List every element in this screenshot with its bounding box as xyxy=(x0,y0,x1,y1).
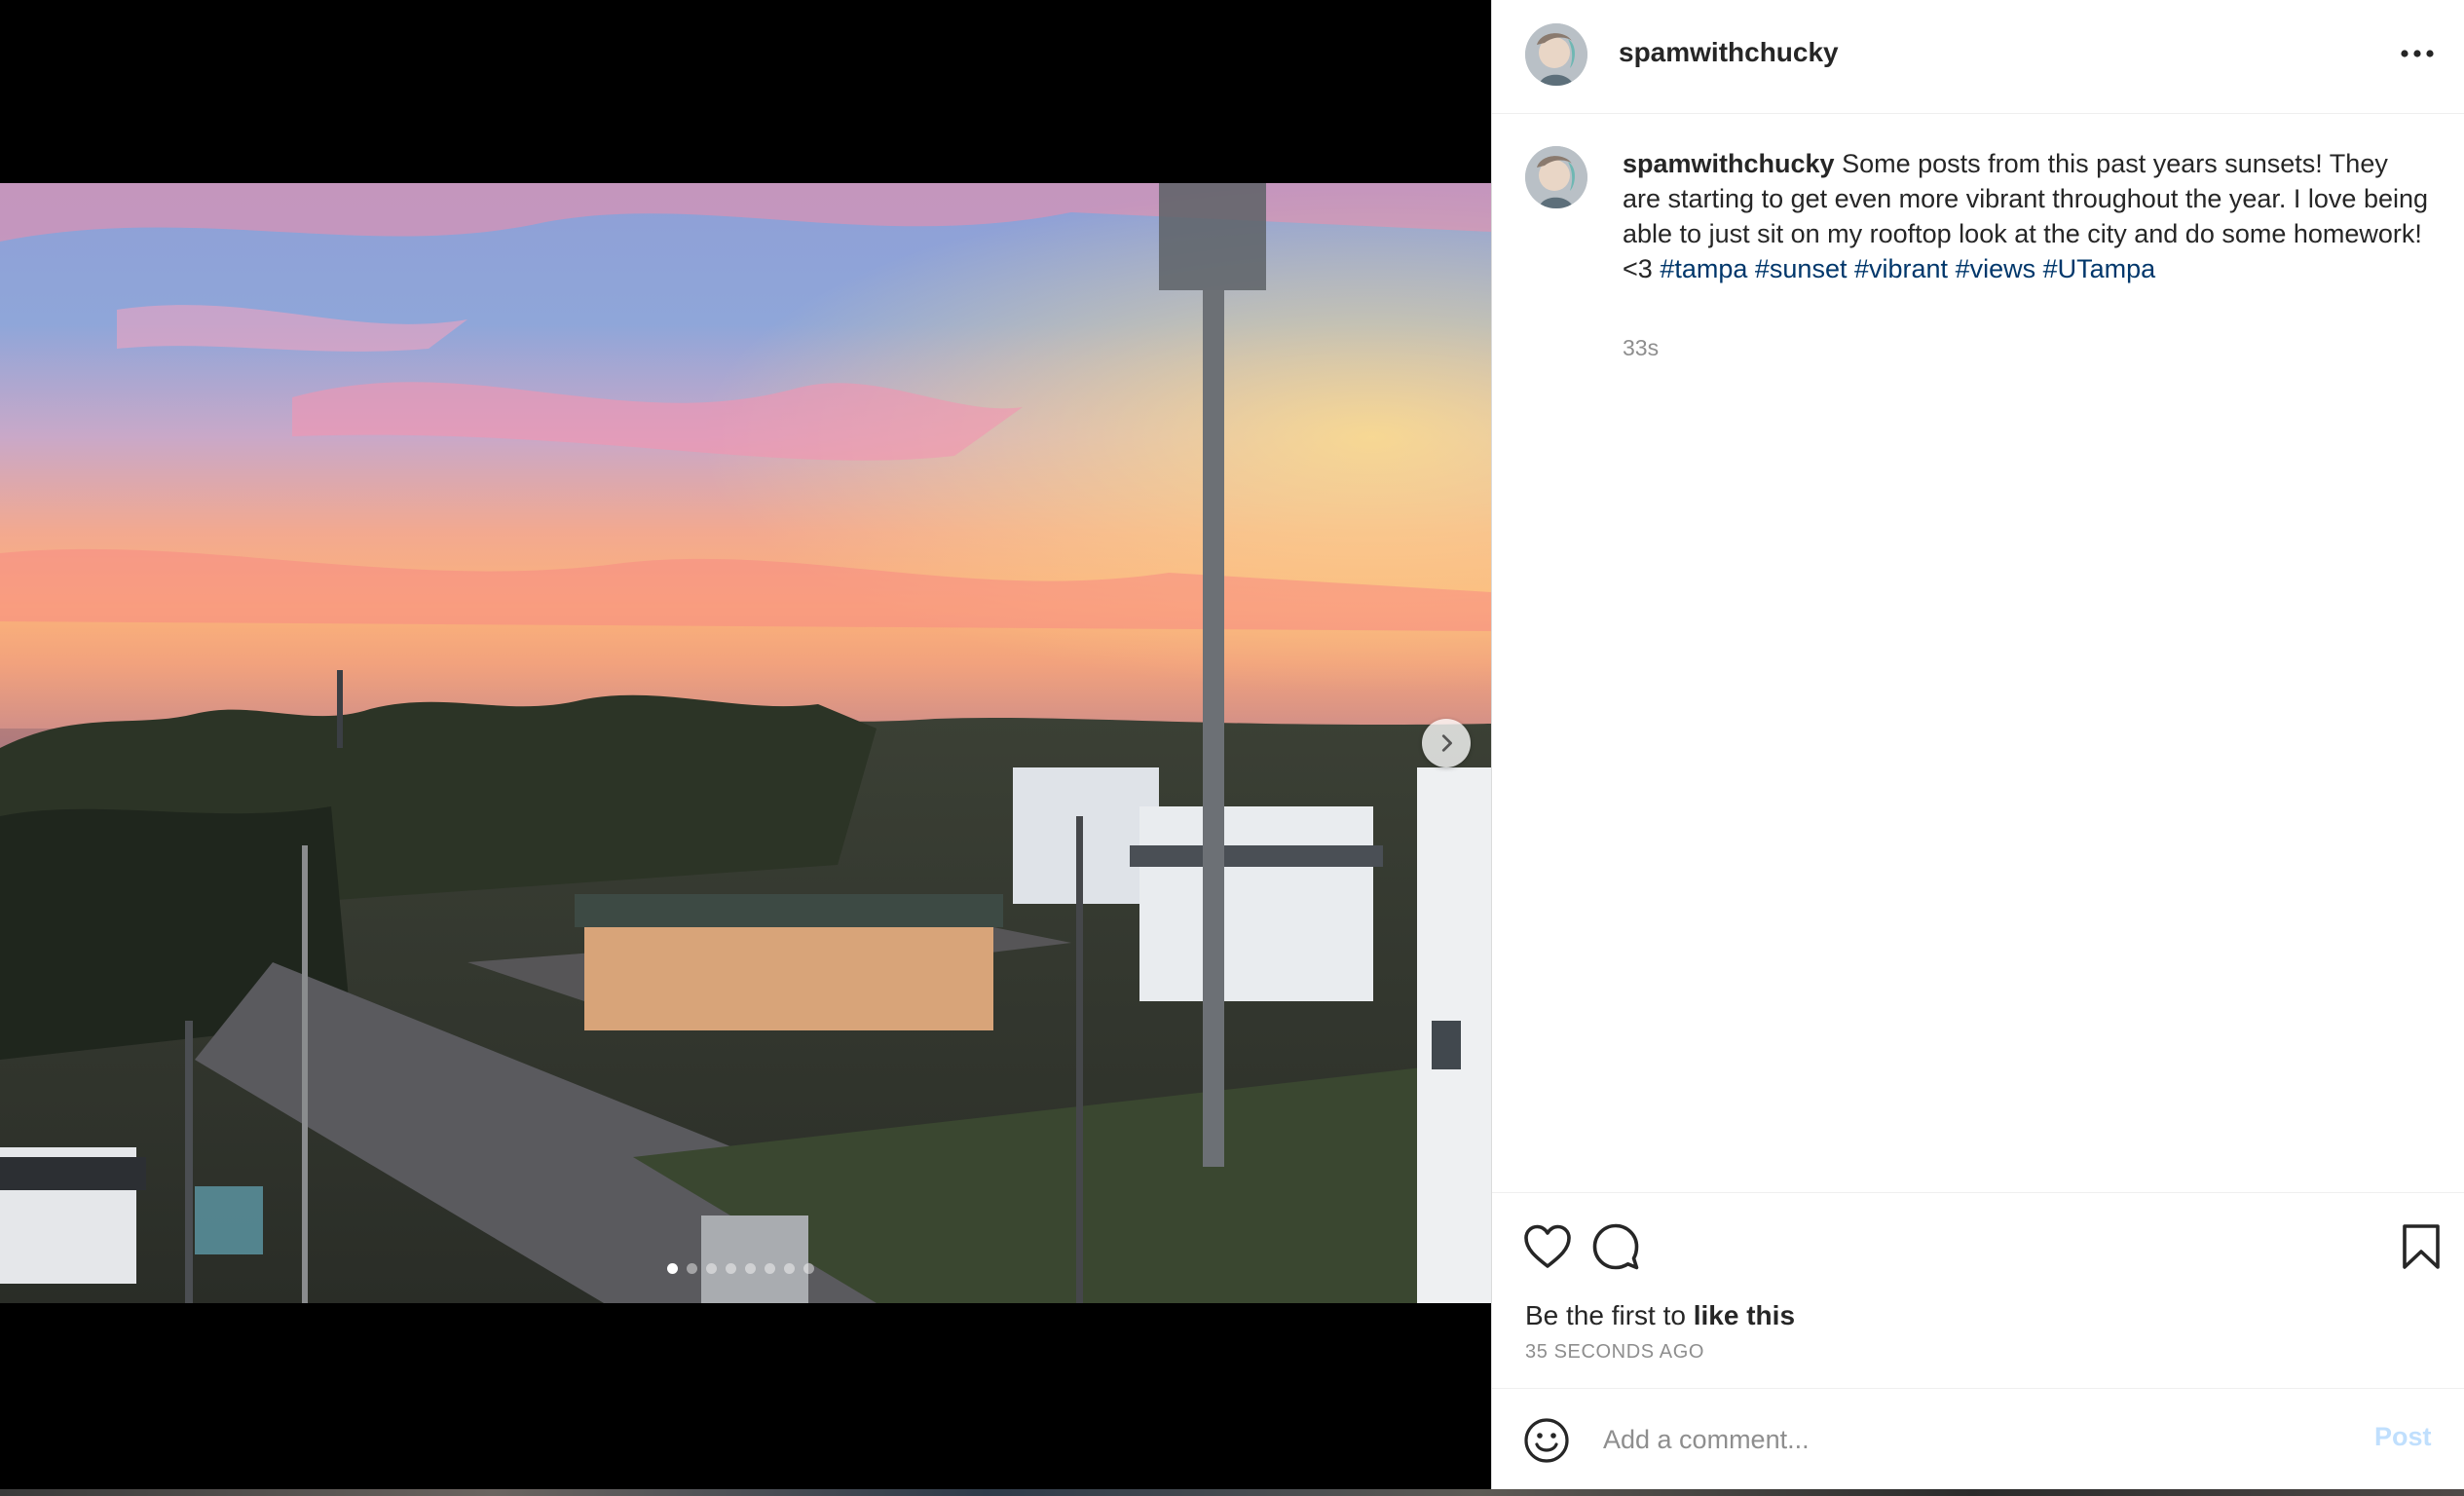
carousel-dot xyxy=(726,1262,736,1274)
post-sidebar: spamwithchucky spamwithchucky Some posts… xyxy=(1491,0,2464,1489)
next-slide-button[interactable] xyxy=(1422,719,1471,767)
comment-bubble-icon xyxy=(1592,1223,1639,1270)
hashtag-link[interactable]: #UTampa xyxy=(2043,254,2156,283)
emoji-button[interactable] xyxy=(1521,1415,1572,1466)
avatar-photo xyxy=(1525,23,1587,86)
avatar[interactable] xyxy=(1525,23,1587,86)
sunset-photo-image xyxy=(0,183,1491,1303)
carousel-dot xyxy=(745,1262,756,1274)
bookmark-icon xyxy=(2403,1224,2440,1269)
save-button[interactable] xyxy=(2395,1220,2447,1273)
heart-icon xyxy=(1524,1224,1571,1268)
chevron-right-icon xyxy=(1441,734,1452,752)
hashtag-link[interactable]: #views xyxy=(1956,254,2036,283)
like-button[interactable] xyxy=(1521,1220,1574,1273)
add-comment-section: Post xyxy=(1492,1388,2464,1489)
post-author-username[interactable]: spamwithchucky xyxy=(1619,37,1839,68)
caption-avatar[interactable] xyxy=(1525,146,1587,208)
page-bottom-strip xyxy=(0,1489,2464,1496)
like-this-link[interactable]: like this xyxy=(1694,1300,1795,1330)
post-comment-button[interactable]: Post xyxy=(2374,1422,2432,1452)
post-actions: Be the first to like this 35 SECONDS AGO xyxy=(1492,1192,2464,1388)
hashtag-link[interactable]: #sunset xyxy=(1755,254,1848,283)
carousel-indicator xyxy=(667,1261,814,1275)
caption-age: 33s xyxy=(1623,335,1660,360)
comment-button[interactable] xyxy=(1589,1220,1642,1273)
likes-prefix: Be the first to xyxy=(1525,1300,1694,1330)
avatar-photo xyxy=(1525,146,1587,208)
carousel-dot xyxy=(765,1262,775,1274)
carousel-dot xyxy=(706,1262,717,1274)
hashtag-link[interactable]: #vibrant xyxy=(1854,254,1948,283)
caption-text: spamwithchucky Some posts from this past… xyxy=(1623,146,2431,286)
carousel-dot xyxy=(784,1262,795,1274)
comment-input[interactable] xyxy=(1601,1408,2302,1471)
post-header: spamwithchucky xyxy=(1492,0,2464,114)
carousel-dot xyxy=(687,1262,697,1274)
likes-summary: Be the first to like this xyxy=(1525,1300,1795,1331)
carousel-dot xyxy=(803,1262,814,1274)
more-options-button[interactable] xyxy=(2393,37,2442,70)
more-options-icon xyxy=(2401,50,2434,57)
post-photo[interactable] xyxy=(0,183,1491,1303)
post-timestamp: 35 SECONDS AGO xyxy=(1525,1341,1705,1363)
emoji-smile-icon xyxy=(1524,1418,1569,1463)
hashtag-link[interactable]: #tampa xyxy=(1660,254,1747,283)
carousel-dot xyxy=(667,1262,678,1274)
caption-username[interactable]: spamwithchucky xyxy=(1623,149,1835,178)
media-pane xyxy=(0,0,1491,1489)
